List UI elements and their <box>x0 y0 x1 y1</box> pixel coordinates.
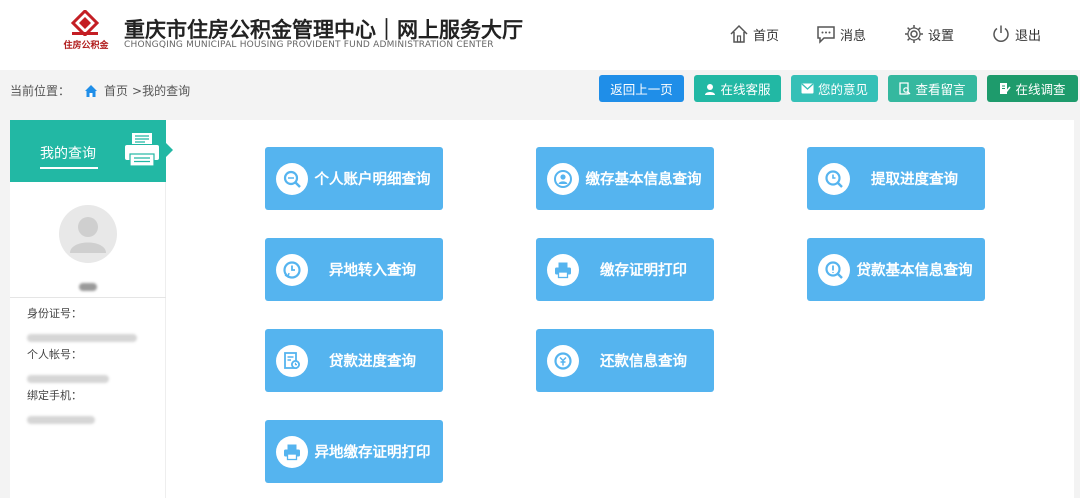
nav-settings[interactable]: 设置 <box>904 24 954 44</box>
logo: 住房公积金 <box>58 8 114 54</box>
sidebar-header[interactable]: 我的查询 <box>10 120 166 182</box>
bound-phone-label: 绑定手机： <box>27 389 82 402</box>
tile-label: 个人账户明细查询 <box>314 172 431 188</box>
progress-icon <box>818 162 850 195</box>
tile-label: 异地转入查询 <box>329 263 416 279</box>
tile-repayment-info[interactable]: 还款信息查询 <box>536 329 714 392</box>
user-name-redacted <box>70 276 106 291</box>
site-subtitle: CHONGQING MUNICIPAL HOUSING PROVIDENT FU… <box>124 40 494 50</box>
breadcrumb-home[interactable]: 首页 <box>104 82 128 99</box>
back-button[interactable]: 返回上一页 <box>599 75 684 102</box>
tile-withdrawal-progress[interactable]: 提取进度查询 <box>807 147 985 210</box>
nav-logout[interactable]: 退出 <box>991 24 1041 44</box>
tile-loan-basic-info[interactable]: 贷款基本信息查询 <box>807 238 985 301</box>
search-doc-icon <box>276 162 308 195</box>
nav-settings-label: 设置 <box>928 28 955 44</box>
tile-label: 提取进度查询 <box>871 172 958 188</box>
nav-messages-label: 消息 <box>840 28 867 44</box>
sidebar-arrow <box>166 143 173 157</box>
online-survey-label: 在线调查 <box>1015 82 1066 97</box>
nav-logout-label: 退出 <box>1015 28 1042 44</box>
breadcrumb-bar: 当前位置： 首页 >我的查询 返回上一页 在线客服 您的意见 查看留言 在线调查 <box>0 70 1080 110</box>
tile-label: 贷款基本信息查询 <box>856 263 973 279</box>
tile-remote-transfer-in[interactable]: 异地转入查询 <box>265 238 443 301</box>
printer-icon <box>276 435 308 468</box>
breadcrumb-current: >我的查询 <box>132 84 191 98</box>
loan-progress-icon <box>276 344 308 377</box>
avatar <box>59 205 117 263</box>
tile-deposit-basic-info[interactable]: 缴存基本信息查询 <box>536 147 714 210</box>
tile-loan-progress[interactable]: 贷款进度查询 <box>265 329 443 392</box>
mail-icon <box>801 83 814 94</box>
survey-edit-icon <box>1000 83 1012 94</box>
breadcrumb: 当前位置： 首页 >我的查询 <box>10 82 190 99</box>
power-icon <box>993 25 1009 42</box>
online-service-label: 在线客服 <box>720 82 771 97</box>
sidebar-title: 我的查询 <box>40 146 96 162</box>
nav-home-label: 首页 <box>753 28 780 44</box>
sidebar-divider <box>10 297 166 298</box>
transfer-icon <box>276 253 308 286</box>
home-icon <box>730 24 748 43</box>
view-messages-label: 查看留言 <box>915 82 966 97</box>
bound-phone-redacted <box>27 409 95 424</box>
customer-service-icon <box>705 83 716 95</box>
note-search-icon <box>899 82 911 95</box>
loan-info-icon <box>818 253 850 286</box>
printer-icon <box>125 133 159 167</box>
tile-label: 缴存证明打印 <box>600 263 687 279</box>
breadcrumb-home-icon <box>85 84 98 97</box>
online-survey-button[interactable]: 在线调查 <box>987 75 1078 102</box>
id-number-redacted <box>27 327 137 342</box>
feedback-button[interactable]: 您的意见 <box>791 75 878 102</box>
gear-icon <box>905 25 923 43</box>
tile-remote-deposit-certificate-print[interactable]: 异地缴存证明打印 <box>265 420 443 483</box>
feedback-label: 您的意见 <box>817 82 868 97</box>
nav-messages[interactable]: 消息 <box>816 24 866 44</box>
id-number-label: 身份证号： <box>27 307 82 320</box>
tile-deposit-certificate-print[interactable]: 缴存证明打印 <box>536 238 714 301</box>
logo-mark-icon <box>70 10 100 36</box>
repayment-icon <box>547 344 579 377</box>
user-avatar-icon <box>70 217 106 253</box>
header: 住房公积金 重庆市住房公积金管理中心｜网上服务大厅 CHONGQING MUNI… <box>0 0 1080 70</box>
tile-label: 异地缴存证明打印 <box>314 445 431 461</box>
back-button-label: 返回上一页 <box>610 82 673 97</box>
printer-icon <box>547 253 579 286</box>
account-number-redacted <box>27 368 109 383</box>
breadcrumb-prefix: 当前位置： <box>10 84 71 98</box>
sidebar-title-underline <box>40 167 98 169</box>
user-info-icon <box>547 162 579 195</box>
online-service-button[interactable]: 在线客服 <box>694 75 781 102</box>
tile-personal-account-detail[interactable]: 个人账户明细查询 <box>265 147 443 210</box>
message-icon <box>817 26 835 44</box>
tile-label: 贷款进度查询 <box>329 354 416 370</box>
account-number-label: 个人帐号： <box>27 348 82 361</box>
tile-label: 还款信息查询 <box>600 354 687 370</box>
logo-text: 住房公积金 <box>63 41 109 51</box>
tile-label: 缴存基本信息查询 <box>585 172 702 188</box>
view-messages-button[interactable]: 查看留言 <box>888 75 977 102</box>
nav-home[interactable]: 首页 <box>729 24 779 44</box>
